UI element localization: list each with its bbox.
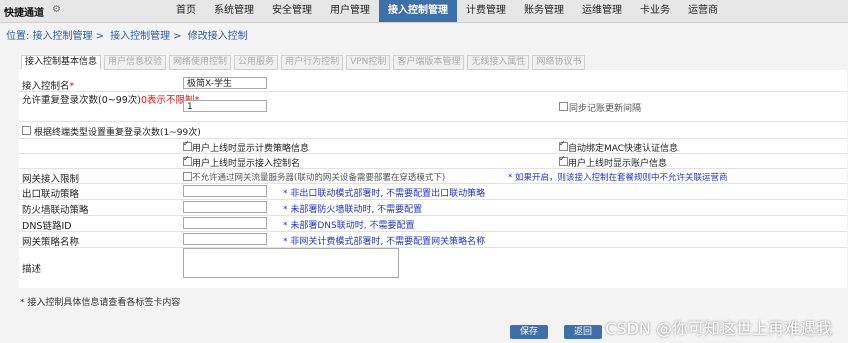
tab-user-behavior[interactable]: 用户行为控制 — [281, 55, 344, 70]
nav-access-control[interactable]: 接入控制管理 — [379, 0, 457, 22]
gear-icon[interactable]: ⚙ — [52, 4, 61, 15]
desc-textarea[interactable] — [183, 248, 399, 278]
breadcrumb-item: 修改接入控制 — [187, 31, 248, 42]
dns-input[interactable] — [183, 217, 267, 229]
tab-client-version[interactable]: 客户端版本管理 — [393, 55, 465, 70]
show-billing-checkbox[interactable] — [183, 139, 192, 151]
nav-operator[interactable]: 运营商 — [679, 0, 727, 22]
gw-label: 网关接入限制 — [22, 174, 80, 185]
nav-user[interactable]: 用户管理 — [321, 0, 379, 22]
nav-home[interactable]: 首页 — [167, 0, 205, 22]
show-access-label: 用户上线时显示接入控制名 — [192, 159, 301, 169]
exit-input[interactable] — [183, 185, 267, 197]
row-gw-policy: 网关策略名称 * 非网关计费模式部署时, 不需要配置网关策略名称 — [19, 232, 847, 248]
breadcrumb-prefix: 位置: — [6, 31, 30, 42]
nav-billing[interactable]: 计费管理 — [457, 0, 515, 22]
auto-mac-label: 自动绑定MAC快速认证信息 — [568, 144, 679, 154]
terminal-checkbox[interactable] — [22, 126, 31, 135]
breadcrumb-item[interactable]: 接入控制管理 — [33, 31, 93, 42]
tab-network-usage[interactable]: 网络使用控制 — [169, 55, 232, 70]
main-nav: 首页 系统管理 安全管理 用户管理 接入控制管理 计费管理 账务管理 运维管理 … — [167, 0, 727, 22]
row-retry: 允许重复登录次数(0~99次)0表示不限制* 1 同步记账更新间隔 — [19, 92, 847, 122]
dns-label: DNS链路ID — [22, 221, 72, 232]
row-description: 描述 — [19, 248, 847, 286]
fw-hint: * 未部署防火墙联动时, 不需要配置 — [283, 205, 423, 215]
footnote: * 接入控制具体信息请查看各标签卡内容 — [20, 298, 181, 308]
gwp-input[interactable] — [183, 233, 267, 245]
save-button[interactable]: 保存 — [510, 325, 548, 339]
gwp-label: 网关策略名称 — [22, 237, 80, 248]
retry-input[interactable]: 1 — [183, 100, 267, 112]
auto-mac-checkbox[interactable] — [559, 139, 568, 151]
tab-basic-info[interactable]: 接入控制基本信息 — [21, 55, 102, 70]
watermark: CSDN @你可知这世上再难遇我 — [605, 319, 832, 338]
nav-card[interactable]: 卡业务 — [631, 0, 679, 22]
row-name: 接入控制名* 极简X-学生 — [19, 75, 847, 92]
row-show-billing: 用户上线时显示计费策略信息 自动绑定MAC快速认证信息 — [19, 139, 847, 154]
tab-vpn[interactable]: VPN控制 — [346, 55, 391, 70]
show-account-label: 用户上线时显示账户信息 — [568, 159, 668, 169]
gw-option-label: 不允许通过网关流量服务器(联动的网关设备需要部署在穿透模式下) — [192, 173, 446, 183]
nav-ops[interactable]: 运维管理 — [573, 0, 631, 22]
back-button[interactable]: 返回 — [564, 325, 602, 339]
gw-checkbox[interactable] — [183, 172, 192, 181]
row-terminal: 根据终端类型设置重复登录次数(1~99次) — [19, 122, 847, 139]
tab-protocol[interactable]: 网络协议书 — [532, 55, 586, 70]
dns-hint: * 未部署DNS联动时, 不需要配置 — [283, 221, 415, 231]
row-firewall: 防火墙联动策略 * 未部署防火墙联动时, 不需要配置 — [19, 200, 847, 216]
fw-input[interactable] — [183, 201, 267, 213]
breadcrumb: 位置: 接入控制管理 > 接入控制管理 > 修改接入控制 — [6, 31, 248, 42]
tab-wireless[interactable]: 无线接入属性 — [467, 55, 530, 70]
row-show-access: 用户上线时显示接入控制名 用户上线时显示账户信息 — [19, 154, 847, 169]
terminal-label: 根据终端类型设置重复登录次数(1~99次) — [34, 128, 201, 138]
row-gateway: 网关接入限制 不允许通过网关流量服务器(联动的网关设备需要部署在穿透模式下) *… — [19, 169, 847, 185]
nav-system[interactable]: 系统管理 — [205, 0, 263, 22]
gwp-hint: * 非网关计费模式部署时, 不需要配置网关策略名称 — [283, 237, 486, 247]
sync-checkbox[interactable] — [559, 102, 568, 111]
show-access-checkbox[interactable] — [183, 154, 192, 166]
nav-security[interactable]: 安全管理 — [263, 0, 321, 22]
name-input[interactable]: 极简X-学生 — [183, 77, 267, 89]
retry-label: 允许重复登录次数(0~99次)0表示不限制* — [22, 95, 199, 106]
app-name: 快捷通道 — [4, 8, 44, 19]
breadcrumb-item[interactable]: 接入控制管理 — [110, 31, 170, 42]
tab-public-service[interactable]: 公用服务 — [234, 55, 279, 70]
sync-label: 同步记账更新间隔 — [569, 104, 642, 114]
show-billing-label: 用户上线时显示计费策略信息 — [192, 144, 310, 154]
name-label: 接入控制名* — [22, 81, 75, 92]
tab-user-verify[interactable]: 用户信息校验 — [104, 55, 167, 70]
nav-accounting[interactable]: 账务管理 — [515, 0, 573, 22]
fw-label: 防火墙联动策略 — [22, 205, 89, 216]
tab-bar: 接入控制基本信息 用户信息校验 网络使用控制 公用服务 用户行为控制 VPN控制… — [21, 55, 588, 70]
desc-label: 描述 — [22, 264, 42, 275]
row-exit: 出口联动策略 * 非出口联动模式部署时, 不需要配置出口联动策略 — [19, 184, 847, 200]
top-bar: 快捷通道 ⚙ 首页 系统管理 安全管理 用户管理 接入控制管理 计费管理 账务管… — [0, 0, 848, 23]
exit-hint: * 非出口联动模式部署时, 不需要配置出口联动策略 — [283, 189, 486, 199]
show-account-checkbox[interactable] — [559, 154, 568, 166]
exit-label: 出口联动策略 — [22, 189, 80, 200]
gw-hint: * 如果开启，则该接入控制在套餐规则中不允许关联运营商 — [508, 173, 728, 183]
row-dns: DNS链路ID * 未部署DNS联动时, 不需要配置 — [19, 216, 847, 232]
